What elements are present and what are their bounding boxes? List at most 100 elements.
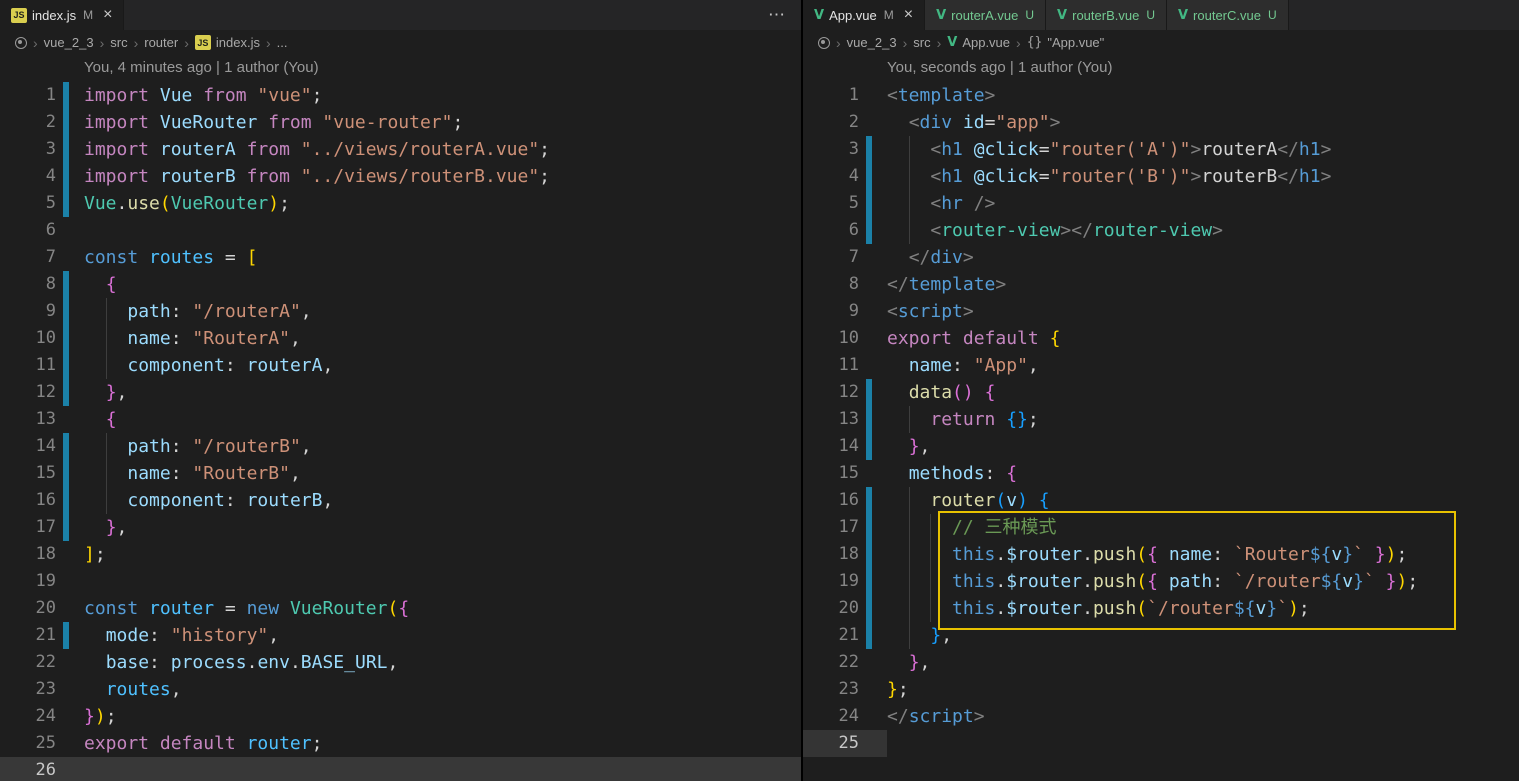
- line-number: 2: [848, 112, 859, 132]
- line-gutter: 19: [803, 568, 887, 595]
- code-line[interactable]: 7 const routes = [: [0, 244, 801, 271]
- code-line[interactable]: 16 router(v) {: [803, 487, 1519, 514]
- code-line[interactable]: 12 data() {: [803, 379, 1519, 406]
- code-text: this.$router.push({ path: `/router${v}` …: [887, 568, 1519, 595]
- code-line[interactable]: 8 {: [0, 271, 801, 298]
- code-token: >: [1320, 166, 1332, 187]
- code-line[interactable]: 11 component: routerA,: [0, 352, 801, 379]
- code-line[interactable]: 7 </div>: [803, 244, 1519, 271]
- code-line[interactable]: 25: [803, 730, 1519, 757]
- code-line[interactable]: 10 export default {: [803, 325, 1519, 352]
- code-line[interactable]: 17 },: [0, 514, 801, 541]
- code-line[interactable]: 14 },: [803, 433, 1519, 460]
- code-line[interactable]: 9 path: "/routerA",: [0, 298, 801, 325]
- code-line[interactable]: 5 <hr />: [803, 190, 1519, 217]
- code-line[interactable]: 6: [0, 217, 801, 244]
- breadcrumb-item[interactable]: vue_2_3: [44, 35, 94, 50]
- code-text: <hr />: [887, 190, 1519, 217]
- code-line[interactable]: 8 </template>: [803, 271, 1519, 298]
- code-line[interactable]: 14 path: "/routerB",: [0, 433, 801, 460]
- code-token: {: [1038, 490, 1050, 511]
- code-line[interactable]: 1 <template>: [803, 82, 1519, 109]
- code-line[interactable]: 12 },: [0, 379, 801, 406]
- code-line[interactable]: 20 const router = new VueRouter({: [0, 595, 801, 622]
- tab-routera-vue[interactable]: VrouterA.vue U: [925, 0, 1047, 30]
- code-line[interactable]: 2 <div id="app">: [803, 109, 1519, 136]
- code-line[interactable]: 4 <h1 @click="router('B')">routerB</h1>: [803, 163, 1519, 190]
- code-line[interactable]: 23};: [803, 676, 1519, 703]
- code-editor-right[interactable]: You, seconds ago | 1 author (You) 1 <temp…: [803, 55, 1519, 757]
- code-line[interactable]: 15 name: "RouterB",: [0, 460, 801, 487]
- breadcrumb-item[interactable]: vue_2_3: [847, 35, 897, 50]
- code-line[interactable]: 3 <h1 @click="router('A')">routerA</h1>: [803, 136, 1519, 163]
- breadcrumb-item[interactable]: [818, 36, 830, 49]
- breadcrumb-item[interactable]: ...: [277, 35, 288, 50]
- code-editor-left[interactable]: You, 4 minutes ago | 1 author (You) 1 imp…: [0, 55, 801, 781]
- code-token: router-view: [1092, 220, 1213, 241]
- code-line[interactable]: 22 },: [803, 649, 1519, 676]
- code-line[interactable]: 26: [0, 757, 801, 781]
- line-number: 18: [35, 544, 56, 564]
- git-modified-indicator: [866, 136, 872, 163]
- code-line[interactable]: 21 mode: "history",: [0, 622, 801, 649]
- code-line[interactable]: 15 methods: {: [803, 460, 1519, 487]
- code-line[interactable]: 18 this.$router.push({ name: `Router${v}…: [803, 541, 1519, 568]
- git-modified-indicator: [866, 379, 872, 406]
- breadcrumb-item[interactable]: V App.vue: [947, 35, 1010, 50]
- close-icon[interactable]: ×: [904, 7, 913, 23]
- tab-routerc-vue[interactable]: VrouterC.vue U: [1166, 0, 1289, 30]
- breadcrumb-item[interactable]: JS index.js: [194, 35, 260, 50]
- close-icon[interactable]: ×: [103, 7, 112, 23]
- line-gutter: 22: [803, 649, 887, 676]
- tab-app-vue[interactable]: V App.vue M ×: [803, 0, 926, 30]
- code-line[interactable]: 3 import routerA from "../views/routerA.v…: [0, 136, 801, 163]
- code-line[interactable]: 19: [0, 568, 801, 595]
- code-text: const router = new VueRouter({: [84, 595, 801, 622]
- breadcrumb-item[interactable]: src: [913, 35, 930, 50]
- code-line[interactable]: 16 component: routerB,: [0, 487, 801, 514]
- tab-routerb-vue[interactable]: VrouterB.vue U: [1046, 0, 1167, 30]
- indent-guide: [908, 514, 910, 541]
- code-line[interactable]: 1 import Vue from "vue";: [0, 82, 801, 109]
- breadcrumb-item[interactable]: [15, 36, 27, 49]
- code-line[interactable]: 23 routes,: [0, 676, 801, 703]
- code-token: ;: [1298, 598, 1310, 619]
- code-token: :: [952, 355, 974, 376]
- code-line[interactable]: 4 import routerB from "../views/routerB.v…: [0, 163, 801, 190]
- code-line[interactable]: 18];: [0, 541, 801, 568]
- code-line[interactable]: 13 return {};: [803, 406, 1519, 433]
- breadcrumb-item[interactable]: {} "App.vue": [1027, 35, 1105, 50]
- code-line[interactable]: 20 this.$router.push(`/router${v}`);: [803, 595, 1519, 622]
- code-token: ,: [289, 328, 301, 349]
- line-number: 21: [838, 625, 859, 645]
- code-line[interactable]: 19 this.$router.push({ path: `/router${v…: [803, 568, 1519, 595]
- code-line[interactable]: 5 Vue.use(VueRouter);: [0, 190, 801, 217]
- code-line[interactable]: 13 {: [0, 406, 801, 433]
- line-number: 8: [848, 274, 859, 294]
- code-line[interactable]: 6 <router-view></router-view>: [803, 217, 1519, 244]
- line-number: 19: [838, 571, 859, 591]
- code-line[interactable]: 25 export default router;: [0, 730, 801, 757]
- indent-guide: [105, 352, 107, 379]
- code-line[interactable]: 21 },: [803, 622, 1519, 649]
- code-token: data: [908, 382, 953, 403]
- code-token: import: [84, 139, 160, 160]
- breadcrumb-item[interactable]: router: [144, 35, 178, 50]
- breadcrumb-item[interactable]: src: [110, 35, 127, 50]
- code-token: {: [105, 409, 117, 430]
- code-line[interactable]: 10 name: "RouterA",: [0, 325, 801, 352]
- code-line[interactable]: 17 // 三种模式: [803, 514, 1519, 541]
- code-token: routes: [149, 247, 225, 268]
- code-line[interactable]: 24 </script>: [803, 703, 1519, 730]
- code-token: }: [105, 517, 117, 538]
- code-token: }: [1353, 571, 1364, 592]
- code-line[interactable]: 24});: [0, 703, 801, 730]
- editor-actions-button[interactable]: ⋯: [768, 0, 787, 30]
- code-line[interactable]: 2 import VueRouter from "vue-router";: [0, 109, 801, 136]
- code-token: </: [887, 274, 909, 295]
- code-line[interactable]: 22 base: process.env.BASE_URL,: [0, 649, 801, 676]
- code-line[interactable]: 11 name: "App",: [803, 352, 1519, 379]
- code-line[interactable]: 9 <script>: [803, 298, 1519, 325]
- line-number: 20: [838, 598, 859, 618]
- tab-index-js[interactable]: JS index.js M ×: [0, 0, 125, 30]
